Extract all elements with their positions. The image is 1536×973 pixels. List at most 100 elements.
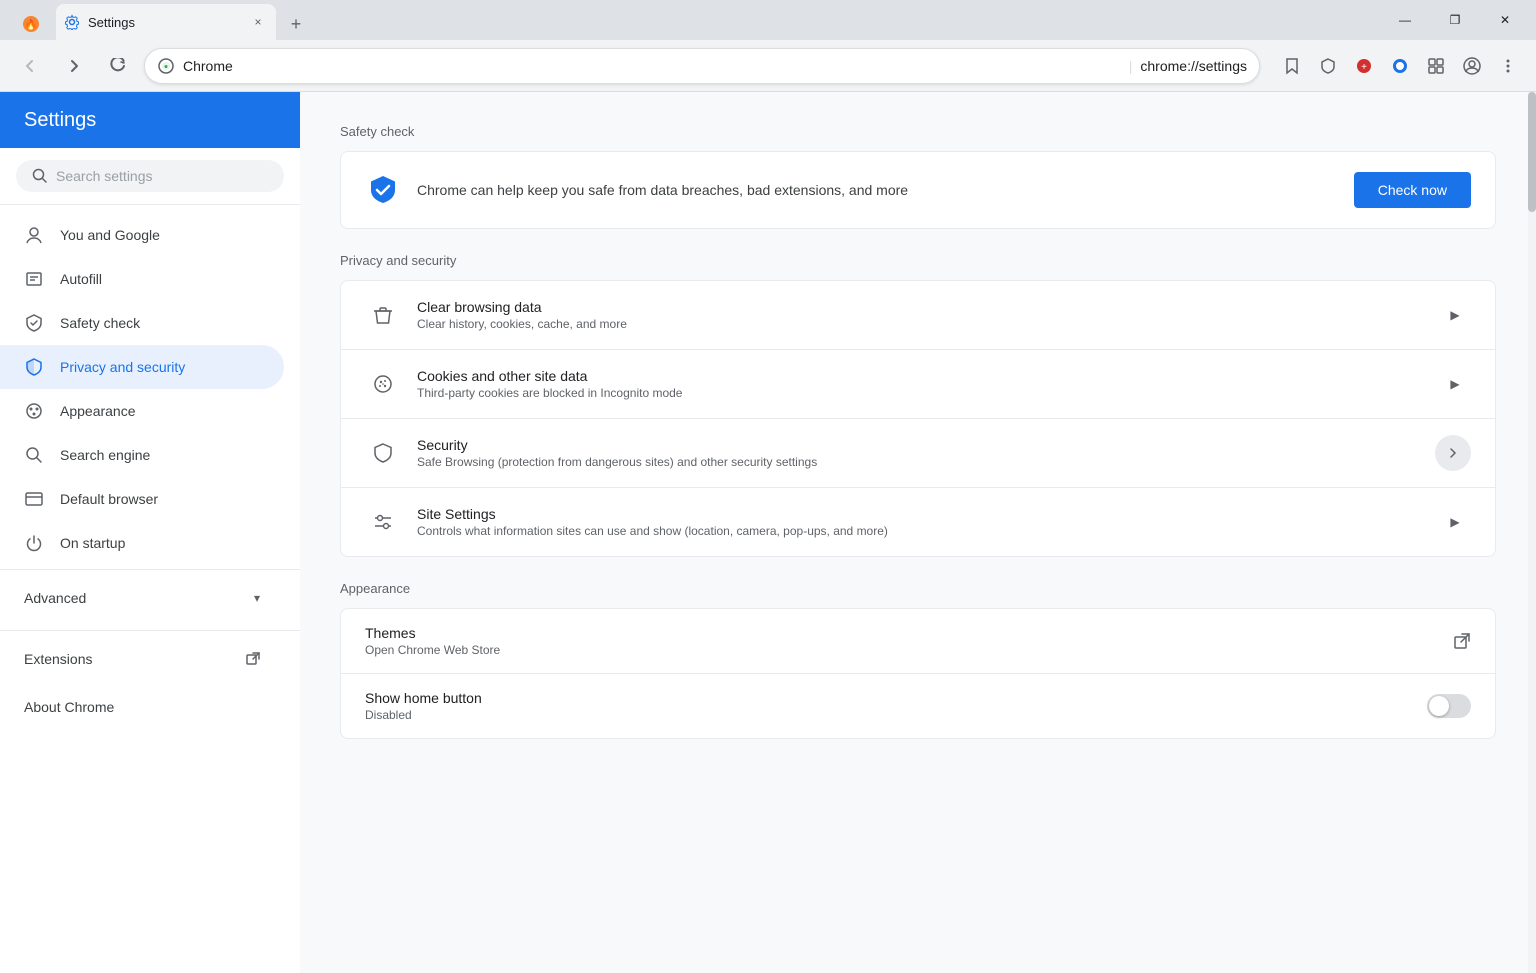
arrow-circle-icon — [1435, 435, 1471, 471]
reload-icon — [110, 58, 126, 74]
minimize-button[interactable]: — — [1382, 4, 1428, 36]
search-engine-icon — [24, 445, 44, 465]
safety-check-section-title: Safety check — [340, 124, 1496, 139]
fire-icon: 🔥 — [22, 15, 40, 33]
clear-browsing-subtitle: Clear history, cookies, cache, and more — [417, 317, 1423, 331]
inactive-tab[interactable]: 🔥 — [8, 8, 54, 40]
forward-icon — [66, 58, 82, 74]
power-icon — [24, 533, 44, 553]
sidebar-item-default-browser[interactable]: Default browser — [0, 477, 284, 521]
security-title: Security — [417, 437, 1419, 453]
menu-button[interactable] — [1492, 50, 1524, 82]
site-settings-title: Site Settings — [417, 506, 1423, 522]
tab-title: Settings — [88, 15, 240, 30]
show-home-button-item[interactable]: Show home button Disabled — [341, 674, 1495, 738]
shield-half-icon — [24, 357, 44, 377]
sidebar-item-safety-check[interactable]: Safety check — [0, 301, 284, 345]
palette-icon — [24, 401, 44, 421]
clear-browsing-title: Clear browsing data — [417, 299, 1423, 315]
settings-header: Settings — [0, 92, 300, 148]
trash-icon — [365, 297, 401, 333]
sidebar-item-appearance[interactable]: Appearance — [0, 389, 284, 433]
privacy-security-card: Clear browsing data Clear history, cooki… — [340, 280, 1496, 557]
extension-shield-icon[interactable] — [1312, 50, 1344, 82]
extension-blue-icon[interactable] — [1384, 50, 1416, 82]
address-app-name: Chrome — [183, 58, 1121, 74]
sidebar: Settings Search settings You and Google — [0, 92, 300, 973]
address-separator: | — [1129, 58, 1133, 74]
scrollbar-track — [1528, 92, 1536, 973]
back-button[interactable] — [12, 48, 48, 84]
site-settings-subtitle: Controls what information sites can use … — [417, 524, 1423, 538]
sidebar-item-on-startup[interactable]: On startup — [0, 521, 284, 565]
extension-red-icon[interactable]: + — [1348, 50, 1380, 82]
security-subtitle: Safe Browsing (protection from dangerous… — [417, 455, 1419, 469]
security-item[interactable]: Security Safe Browsing (protection from … — [341, 419, 1495, 488]
svg-text:🔥: 🔥 — [25, 18, 37, 31]
themes-title: Themes — [365, 625, 1437, 641]
address-secure-icon: ● — [157, 57, 175, 75]
sidebar-item-extensions[interactable]: Extensions — [0, 639, 284, 679]
sidebar-section-advanced: Advanced ▾ — [0, 569, 300, 626]
cookies-item[interactable]: Cookies and other site data Third-party … — [341, 350, 1495, 419]
active-tab[interactable]: Settings × — [56, 4, 276, 40]
show-home-button-toggle[interactable] — [1427, 694, 1471, 718]
privacy-security-section-title: Privacy and security — [340, 253, 1496, 268]
person-icon — [24, 225, 44, 245]
cookie-icon — [365, 366, 401, 402]
toolbar-icons: + — [1276, 50, 1524, 82]
settings-tab-icon — [64, 14, 80, 30]
search-placeholder: Search settings — [56, 168, 153, 184]
new-tab-button[interactable]: + — [280, 8, 312, 40]
address-url: chrome://settings — [1140, 58, 1247, 74]
arrow-icon: ▶ — [1439, 299, 1471, 331]
sidebar-item-search-engine[interactable]: Search engine — [0, 433, 284, 477]
arrow-icon-3: ▶ — [1439, 506, 1471, 538]
site-settings-item[interactable]: Site Settings Controls what information … — [341, 488, 1495, 556]
themes-item[interactable]: Themes Open Chrome Web Store — [341, 609, 1495, 674]
shield-security-icon — [365, 435, 401, 471]
scrollbar-thumb[interactable] — [1528, 92, 1536, 212]
check-now-button[interactable]: Check now — [1354, 172, 1471, 208]
search-icon — [32, 168, 48, 184]
back-icon — [22, 58, 38, 74]
sidebar-item-you-and-google[interactable]: You and Google — [0, 213, 284, 257]
cookies-title: Cookies and other site data — [417, 368, 1423, 384]
sidebar-item-autofill[interactable]: Autofill — [0, 257, 284, 301]
safety-shield-icon — [365, 172, 401, 208]
chevron-down-icon: ▾ — [254, 591, 260, 605]
external-link-icon — [246, 652, 260, 666]
safety-check-description: Chrome can help keep you safe from data … — [417, 182, 1338, 198]
clear-browsing-item[interactable]: Clear browsing data Clear history, cooki… — [341, 281, 1495, 350]
show-home-button-subtitle: Disabled — [365, 708, 1411, 722]
settings-search[interactable]: Search settings — [16, 160, 284, 192]
address-bar[interactable]: ● Chrome | chrome://settings — [144, 48, 1260, 84]
forward-button[interactable] — [56, 48, 92, 84]
safety-check-card: Chrome can help keep you safe from data … — [340, 151, 1496, 229]
tab-close-button[interactable]: × — [248, 12, 268, 32]
cookies-subtitle: Third-party cookies are blocked in Incog… — [417, 386, 1423, 400]
sidebar-section-extensions: Extensions — [0, 630, 300, 687]
sidebar-item-privacy-security[interactable]: Privacy and security — [0, 345, 284, 389]
close-button[interactable]: ✕ — [1482, 4, 1528, 36]
show-home-button-title: Show home button — [365, 690, 1411, 706]
shield-check-icon — [24, 313, 44, 333]
toggle-knob — [1429, 696, 1449, 716]
appearance-card: Themes Open Chrome Web Store Show home b… — [340, 608, 1496, 739]
arrow-icon-2: ▶ — [1439, 368, 1471, 400]
sidebar-item-advanced[interactable]: Advanced ▾ — [0, 578, 284, 618]
themes-subtitle: Open Chrome Web Store — [365, 643, 1437, 657]
appearance-section-title: Appearance — [340, 581, 1496, 596]
reload-button[interactable] — [100, 48, 136, 84]
bookmark-button[interactable] — [1276, 50, 1308, 82]
external-link-icon-2 — [1453, 632, 1471, 650]
restore-button[interactable]: ❐ — [1432, 4, 1478, 36]
profile-button[interactable] — [1456, 50, 1488, 82]
svg-text:+: + — [1361, 62, 1367, 73]
extensions-button[interactable] — [1420, 50, 1452, 82]
sidebar-item-about-chrome[interactable]: About Chrome — [0, 687, 284, 727]
svg-text:●: ● — [164, 63, 168, 70]
content-area: Safety check Chrome can help keep you sa… — [300, 92, 1536, 973]
autofill-icon — [24, 269, 44, 289]
sliders-icon — [365, 504, 401, 540]
